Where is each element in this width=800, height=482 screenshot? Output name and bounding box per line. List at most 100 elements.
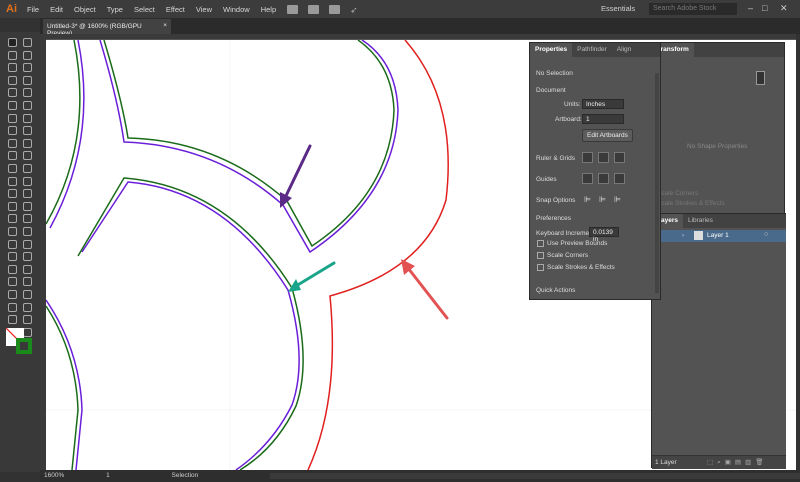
ruler-grids-label: Ruler & Grids — [536, 155, 576, 162]
tool-button[interactable] — [23, 176, 32, 186]
menu-object[interactable]: Object — [74, 5, 96, 14]
tool-button[interactable] — [8, 151, 17, 161]
layer-name[interactable]: Layer 1 — [707, 232, 729, 239]
tool-button[interactable] — [8, 164, 17, 173]
units-select[interactable]: Inches — [582, 99, 624, 109]
tool-button[interactable] — [23, 239, 32, 249]
tool-button[interactable] — [8, 264, 17, 274]
artboard-number[interactable]: 1 — [106, 472, 110, 479]
tool-button[interactable] — [8, 138, 17, 148]
properties-scrollbar[interactable] — [655, 73, 659, 293]
scale-strokes-checkbox[interactable] — [537, 264, 544, 271]
tool-button[interactable] — [23, 214, 32, 224]
tool-button[interactable] — [8, 88, 17, 98]
workspace-switcher[interactable]: Essentials — [601, 4, 635, 13]
bridge-icon[interactable] — [287, 4, 299, 14]
tool-button[interactable] — [8, 315, 17, 325]
menu-view[interactable]: View — [196, 5, 212, 14]
maximize-button[interactable]: □ — [762, 3, 767, 13]
gpu-rocket-icon[interactable]: ➶ — [350, 5, 361, 15]
menu-select[interactable]: Select — [134, 5, 155, 14]
artboard-select[interactable]: 1 — [582, 114, 624, 124]
edit-artboards-button[interactable]: Edit Artboards — [582, 129, 633, 142]
rulers-icon[interactable] — [582, 152, 593, 163]
smart-guides-icon[interactable] — [614, 173, 625, 184]
tool-button[interactable] — [8, 201, 17, 211]
layer-actions-icons[interactable]: ⬚⌕▣▤▥🗑 — [707, 458, 767, 467]
tool-button[interactable] — [8, 252, 17, 262]
menu-window[interactable]: Window — [223, 5, 250, 14]
tool-button[interactable] — [23, 101, 32, 110]
tool-button[interactable] — [23, 302, 32, 312]
tool-button[interactable] — [23, 315, 32, 325]
tab-pathfinder[interactable]: Pathfinder — [572, 43, 612, 57]
tool-button[interactable] — [23, 164, 32, 173]
tool-button[interactable] — [23, 88, 32, 98]
stock-icon[interactable] — [308, 4, 320, 14]
menu-file[interactable]: File — [27, 5, 39, 14]
zoom-level[interactable]: 1600% — [44, 472, 64, 479]
tool-button[interactable] — [23, 227, 32, 236]
horizontal-scrollbar[interactable] — [270, 473, 800, 479]
tool-button[interactable] — [8, 277, 17, 287]
transparency-grid-icon[interactable] — [614, 152, 625, 163]
tool-button[interactable] — [23, 189, 32, 199]
tool-button[interactable] — [8, 75, 17, 85]
close-window-button[interactable]: ✕ — [780, 3, 788, 14]
expand-layer-icon[interactable]: › — [682, 232, 684, 239]
tool-button[interactable] — [23, 126, 32, 136]
tool-button[interactable] — [8, 239, 17, 249]
tool-button[interactable] — [23, 277, 32, 287]
tool-button[interactable] — [23, 290, 32, 299]
show-guides-icon[interactable] — [582, 173, 593, 184]
tab-libraries[interactable]: Libraries — [683, 214, 718, 228]
menu-help[interactable]: Help — [261, 5, 276, 14]
menu-edit[interactable]: Edit — [50, 5, 63, 14]
tool-button[interactable] — [8, 290, 17, 299]
quick-actions-label: Quick Actions — [536, 287, 576, 294]
tool-button[interactable] — [8, 38, 17, 47]
tool-button[interactable] — [8, 50, 17, 60]
tool-button[interactable] — [23, 38, 32, 47]
close-tab-icon[interactable]: × — [163, 22, 167, 29]
target-icon[interactable]: ○ — [764, 231, 768, 238]
tool-button[interactable] — [23, 252, 32, 262]
tab-align[interactable]: Align — [612, 43, 636, 57]
stock-search-input[interactable]: Search Adobe Stock — [649, 3, 737, 15]
tool-button[interactable] — [23, 151, 32, 161]
grid-icon[interactable] — [598, 152, 609, 163]
tool-button[interactable] — [23, 75, 32, 85]
tool-button[interactable] — [8, 63, 17, 73]
tool-button[interactable] — [8, 126, 17, 136]
tool-button[interactable] — [23, 201, 32, 211]
use-preview-bounds-checkbox[interactable] — [537, 240, 544, 247]
tool-button[interactable] — [23, 113, 32, 123]
tool-button[interactable] — [8, 302, 17, 312]
tool-button[interactable] — [23, 138, 32, 148]
constrain-proportions-icon[interactable] — [756, 71, 765, 85]
tab-properties[interactable]: Properties — [530, 43, 573, 57]
tool-button[interactable] — [8, 113, 17, 123]
tool-button[interactable] — [8, 189, 17, 199]
stroke-swatch[interactable] — [16, 338, 32, 354]
arrange-documents-icon[interactable] — [329, 4, 341, 14]
minimize-button[interactable]: – — [748, 3, 753, 13]
tool-button[interactable] — [23, 63, 32, 73]
lock-guides-icon[interactable] — [598, 173, 609, 184]
menu-type[interactable]: Type — [107, 5, 123, 14]
tool-button[interactable] — [8, 214, 17, 224]
tool-button[interactable] — [8, 227, 17, 236]
layer-row[interactable]: › Layer 1 ○ — [652, 230, 786, 242]
tool-button[interactable] — [23, 50, 32, 60]
menu-effect[interactable]: Effect — [166, 5, 185, 14]
tool-button[interactable] — [8, 176, 17, 186]
document-tab[interactable]: Untitled-3* @ 1600% (RGB/GPU Preview)× — [43, 19, 171, 37]
tool-button[interactable] — [8, 101, 17, 110]
tool-button[interactable] — [23, 327, 32, 337]
current-tool[interactable]: Selection — [172, 472, 199, 479]
red-offset-path — [307, 39, 449, 471]
tool-button[interactable] — [23, 264, 32, 274]
keyboard-increment-input[interactable]: 0.0139 in — [589, 227, 619, 243]
scale-corners-checkbox[interactable] — [537, 252, 544, 259]
snap-icons[interactable]: ⊫⊫⊫ — [584, 195, 629, 204]
